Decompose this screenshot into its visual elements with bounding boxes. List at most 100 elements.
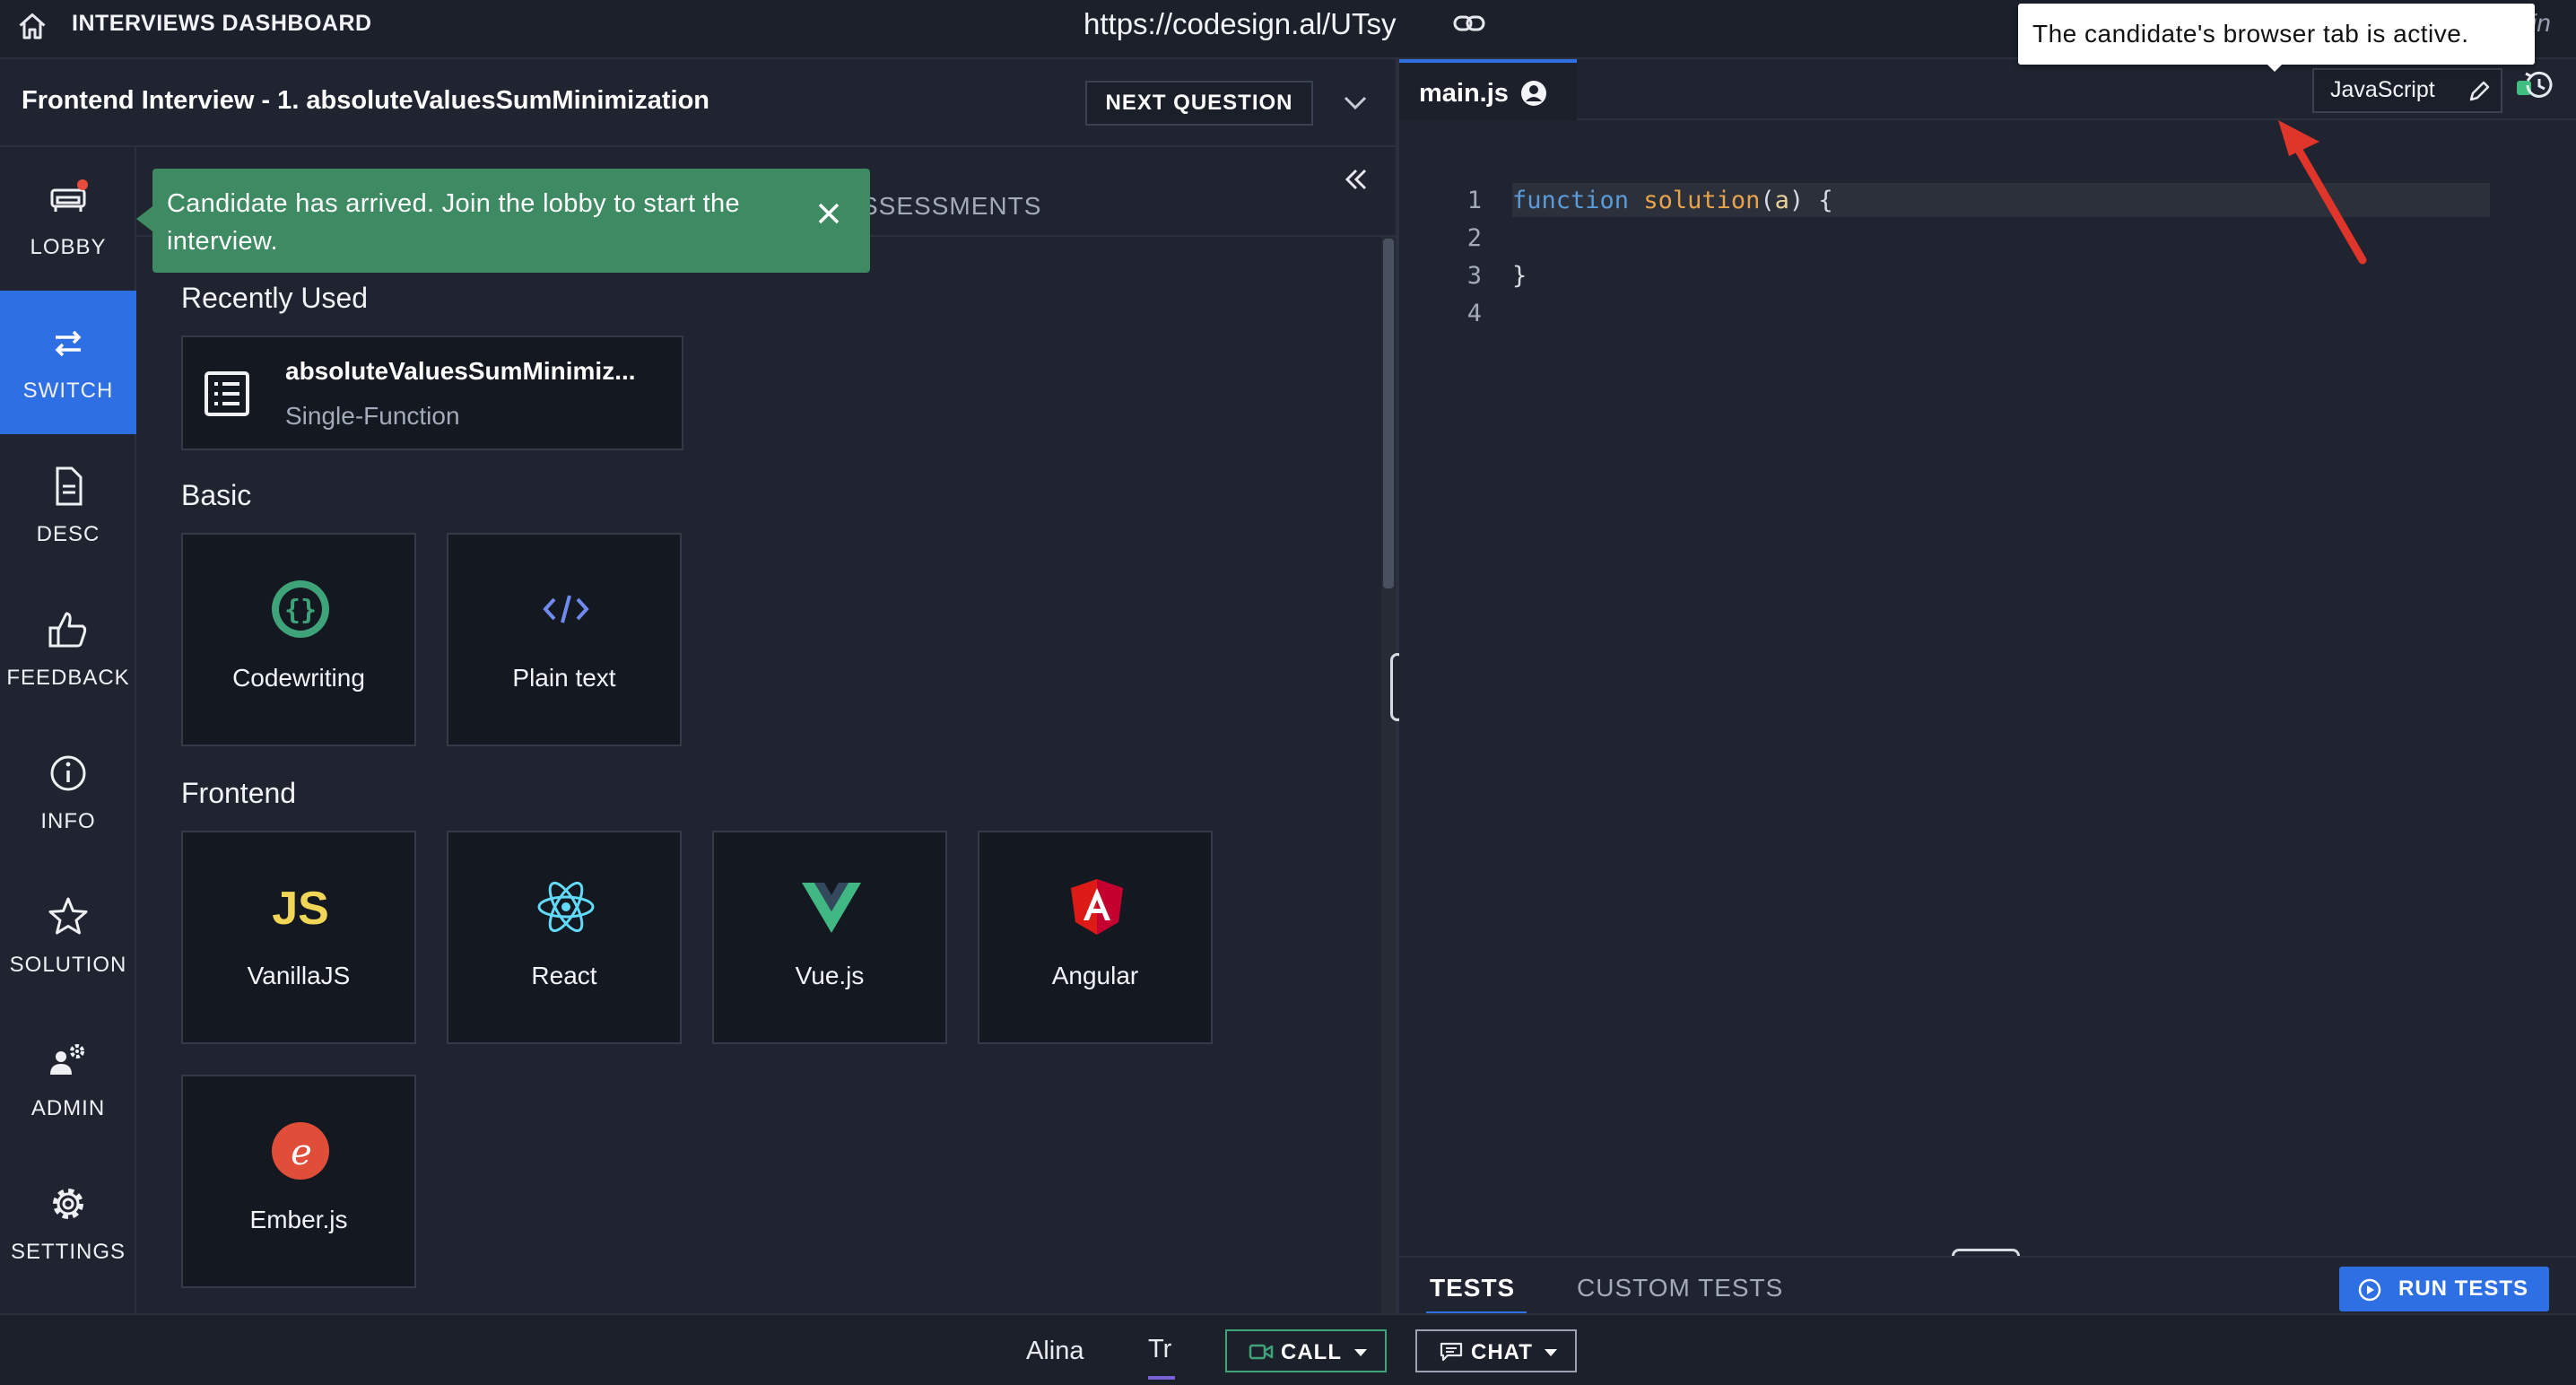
question-switch-panel: SSESSMENTS Recently Used absoluteValuesS… [136,147,1396,1313]
card-label: Plain text [512,664,616,692]
card-label: VanillaJS [247,962,351,989]
frontend-title: Frontend [181,777,297,809]
video-camera-icon [1249,1344,1274,1360]
codewriting-card[interactable]: {} Codewriting [181,533,416,746]
recent-question-title: absoluteValuesSumMinimiz... [285,357,636,385]
braces-icon: {} [272,580,329,638]
code-editor-panel: main.js JavaScript 1 2 3 4 function solu… [1399,59,2576,1256]
tab-tests[interactable]: TESTS [1430,1274,1515,1302]
gear-icon [53,1189,83,1219]
admin-gear-icon [50,1044,84,1075]
line-number: 4 [1466,300,1482,327]
sidebar-item-settings[interactable]: SETTINGS [0,1152,136,1295]
vanillajs-card[interactable]: JS VanillaJS [181,831,416,1044]
chat-bubble-icon [1440,1342,1463,1362]
list-document-icon [205,371,249,416]
link-icon[interactable] [1453,12,1485,35]
card-label: React [531,962,597,989]
sidebar-item-label: ADMIN [30,1096,106,1120]
sidebar-item-label: INFO [40,809,96,833]
code-punctuation: ( [1760,187,1775,214]
angular-card[interactable]: Angular [978,831,1213,1044]
question-title: Frontend Interview - 1. absoluteValuesSu… [22,86,710,115]
code-line-3: } [1512,262,1527,290]
toast-pointer [136,206,152,231]
vue-logo-icon [802,883,861,933]
participant-name[interactable]: Alina [1026,1337,1084,1366]
participant-initials[interactable]: Tr [1148,1335,1171,1364]
close-icon[interactable] [811,196,847,231]
code-param: a [1774,187,1789,214]
run-tests-button[interactable]: RUN TESTS [2339,1267,2549,1311]
sidebar-item-label: FEEDBACK [6,666,130,690]
caret-down-icon [1354,1349,1367,1356]
line-number: 1 [1466,187,1482,214]
javascript-logo-icon: JS [272,883,329,935]
chat-button[interactable]: CHAT [1415,1329,1577,1372]
tests-bar: TESTS CUSTOM TESTS RUN TESTS [1399,1256,2576,1315]
browser-tab-active-tooltip: The candidate's browser tab is active. [2018,4,2535,65]
info-icon [50,755,86,791]
code-area[interactable]: 1 2 3 4 function solution(a) { } [1399,120,2576,1256]
play-circle-icon [2358,1278,2381,1302]
code-line-1: function solution(a) { [1512,187,1833,214]
line-number: 3 [1466,262,1482,290]
card-label: Vue.js [795,962,865,989]
file-tab-main-js[interactable]: main.js [1399,59,1577,120]
sidebar-item-label: SOLUTION [9,953,127,977]
sidebar-item-feedback[interactable]: FEEDBACK [0,578,136,721]
session-url: https://codesign.al/UTsy [1083,7,1397,40]
double-chevron-left-icon[interactable] [1338,161,1374,197]
svg-text:e: e [291,1132,312,1173]
card-label: Codewriting [232,664,365,692]
sidebar-item-admin[interactable]: ADMIN [0,1008,136,1152]
language-label: JavaScript [2330,77,2435,102]
sidebar-item-info[interactable]: INFO [0,721,136,865]
pencil-icon[interactable] [2467,79,2492,104]
angular-logo-icon [1071,879,1123,935]
call-label: CALL [1281,1340,1342,1364]
line-number: 2 [1466,224,1482,252]
language-selector[interactable]: JavaScript [2312,68,2502,113]
code-tag-icon [543,595,589,623]
next-question-button[interactable]: NEXT QUESTION [1085,81,1313,126]
code-function-name: solution [1643,187,1761,214]
candidate-arrived-toast: Candidate has arrived. Join the lobby to… [152,169,870,273]
svg-text:{}: {} [284,595,317,626]
tab-assessments[interactable]: SSESSMENTS [861,192,1041,221]
react-logo-icon [537,881,595,933]
vuejs-card[interactable]: Vue.js [712,831,947,1044]
dashboard-link[interactable]: INTERVIEWS DASHBOARD [72,11,372,37]
react-card[interactable]: React [447,831,682,1044]
sidebar-item-label: DESC [36,522,100,546]
app-root: INTERVIEWS DASHBOARD https://codesign.al… [0,0,2576,1385]
sidebar-item-solution[interactable]: SOLUTION [0,865,136,1008]
recent-question-card[interactable]: absoluteValuesSumMinimiz... Single-Funct… [181,335,683,450]
sidebar: LOBBY SWITCH DESC FEEDBACK INFO SOLUTION… [0,147,136,1313]
question-header: Frontend Interview - 1. absoluteValuesSu… [0,61,1396,147]
svg-text:JS: JS [272,883,329,935]
call-button[interactable]: CALL [1225,1329,1387,1372]
card-label: Angular [1051,962,1139,989]
home-icon[interactable] [16,11,48,43]
scrollbar-thumb[interactable] [1383,239,1394,588]
chevron-down-icon[interactable] [1342,91,1369,113]
plain-text-card[interactable]: Plain text [447,533,682,746]
tab-custom-tests[interactable]: CUSTOM TESTS [1577,1274,1783,1302]
chat-label: CHAT [1471,1340,1533,1364]
bottom-bar: Alina Tr CALL CHAT [0,1313,2576,1385]
emberjs-card[interactable]: e Ember.js [181,1075,416,1288]
annotation-arrow-icon [2278,120,2367,265]
run-tests-label: RUN TESTS [2398,1276,2529,1301]
basic-title: Basic [181,479,252,511]
star-icon [48,897,88,935]
sidebar-item-switch[interactable]: SWITCH [0,291,136,434]
sidebar-item-desc[interactable]: DESC [0,434,136,578]
sidebar-item-label: SWITCH [22,379,114,403]
card-label: Ember.js [249,1206,348,1233]
recently-used-title: Recently Used [181,282,369,314]
participant-indicator [1148,1376,1175,1380]
history-reset-icon[interactable] [2520,66,2558,104]
sidebar-item-label: SETTINGS [10,1240,126,1264]
sidebar-item-lobby[interactable]: LOBBY [0,147,136,291]
